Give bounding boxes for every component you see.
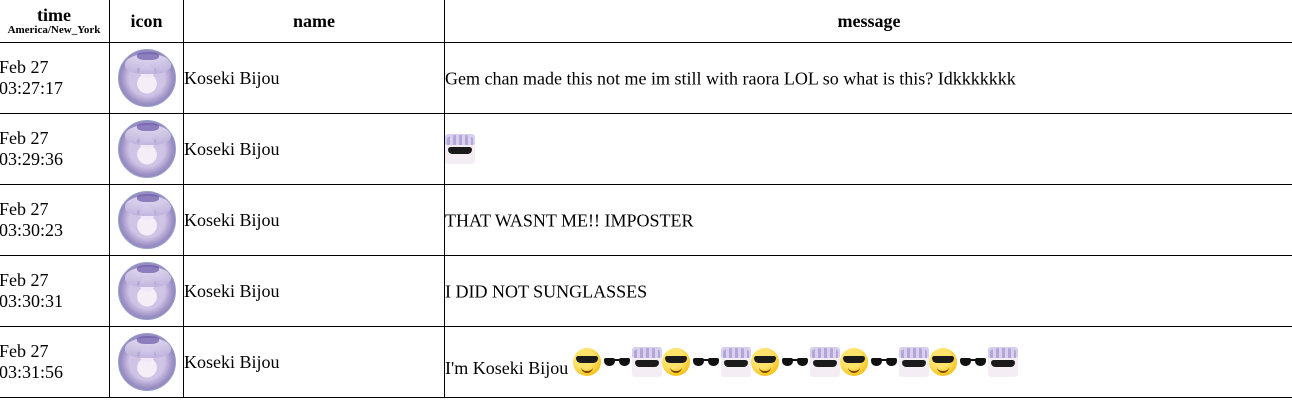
message-text: THAT WASNT ME!! IMPOSTER <box>445 210 694 231</box>
bijou-sunglasses-emote-icon <box>987 347 1018 377</box>
message-cell: I DID NOT SUNGLASSES <box>444 255 1292 327</box>
avatar <box>117 333 176 391</box>
header-time-label: time <box>37 4 71 25</box>
icon-cell <box>109 326 184 398</box>
bijou-sunglasses-emote-icon <box>445 134 475 164</box>
message-cell <box>444 113 1292 185</box>
author-name: Koseki Bijou <box>183 326 445 398</box>
timestamp-date: Feb 27 <box>0 270 49 290</box>
header-name: name <box>183 0 445 43</box>
table-row: Feb 27 03:29:36 Koseki Bijou <box>0 113 1292 185</box>
author-name: Koseki Bijou <box>183 113 445 185</box>
message-text: I'm Koseki Bijou <box>445 357 569 378</box>
timestamp-cell: Feb 27 03:30:23 <box>0 184 110 256</box>
icon-cell <box>109 42 184 114</box>
message-cell: Gem chan made this not me im still with … <box>444 42 1292 114</box>
table-row: Feb 27 03:30:31 Koseki Bijou I DID NOT S… <box>0 255 1292 327</box>
bijou-sunglasses-emote-icon <box>809 347 840 377</box>
timestamp-date: Feb 27 <box>0 341 49 361</box>
timestamp-cell: Feb 27 03:30:31 <box>0 255 110 327</box>
smiling-face-with-sunglasses-icon <box>839 348 868 376</box>
sunglasses-icon <box>959 356 987 368</box>
table-row: Feb 27 03:27:17 Koseki Bijou Gem chan ma… <box>0 42 1292 114</box>
avatar <box>117 191 176 249</box>
smiling-face-with-sunglasses-icon <box>750 348 779 376</box>
timestamp-cell: Feb 27 03:27:17 <box>0 42 110 114</box>
icon-cell <box>109 255 184 327</box>
timestamp-date: Feb 27 <box>0 128 49 148</box>
message-cell: THAT WASNT ME!! IMPOSTER <box>444 184 1292 256</box>
header-row: time America/New_York icon name message <box>0 0 1292 43</box>
smiling-face-with-sunglasses-icon <box>928 348 957 376</box>
timestamp-cell: Feb 27 03:31:56 <box>0 326 110 398</box>
timestamp-time: 03:31:56 <box>0 362 64 382</box>
timestamp-time: 03:29:36 <box>0 149 64 169</box>
sunglasses-icon <box>692 356 720 368</box>
message-text: Gem chan made this not me im still with … <box>445 68 1016 89</box>
sunglasses-icon <box>870 356 898 368</box>
message-text: I DID NOT SUNGLASSES <box>445 281 648 302</box>
sunglasses-icon <box>603 356 631 368</box>
timestamp-time: 03:30:23 <box>0 220 64 240</box>
timestamp-date: Feb 27 <box>0 57 49 77</box>
bijou-sunglasses-emote-icon <box>898 347 929 377</box>
author-name: Koseki Bijou <box>183 184 445 256</box>
avatar <box>117 262 176 320</box>
timestamp-date: Feb 27 <box>0 199 49 219</box>
table-row: Feb 27 03:30:23 Koseki Bijou THAT WASNT … <box>0 184 1292 256</box>
bijou-sunglasses-emote-icon <box>720 347 751 377</box>
timestamp-cell: Feb 27 03:29:36 <box>0 113 110 185</box>
bijou-sunglasses-emote-icon <box>631 347 662 377</box>
timestamp-time: 03:27:17 <box>0 78 64 98</box>
avatar <box>117 120 176 178</box>
sunglasses-icon <box>781 356 809 368</box>
message-cell: I'm Koseki Bijou <box>444 326 1292 398</box>
smiling-face-with-sunglasses-icon <box>661 348 690 376</box>
table-row: Feb 27 03:31:56 Koseki Bijou I'm Koseki … <box>0 326 1292 398</box>
header-icon: icon <box>109 0 184 43</box>
header-message: message <box>444 0 1292 43</box>
timestamp-time: 03:30:31 <box>0 291 64 311</box>
smiling-face-with-sunglasses-icon <box>572 348 601 376</box>
avatar <box>117 49 176 107</box>
author-name: Koseki Bijou <box>183 255 445 327</box>
header-time: time America/New_York <box>0 0 110 43</box>
icon-cell <box>109 113 184 185</box>
chat-log-table: time America/New_York icon name message … <box>0 0 1292 398</box>
author-name: Koseki Bijou <box>183 42 445 114</box>
icon-cell <box>109 184 184 256</box>
emote-strip <box>572 347 1018 377</box>
header-timezone: America/New_York <box>7 23 101 36</box>
